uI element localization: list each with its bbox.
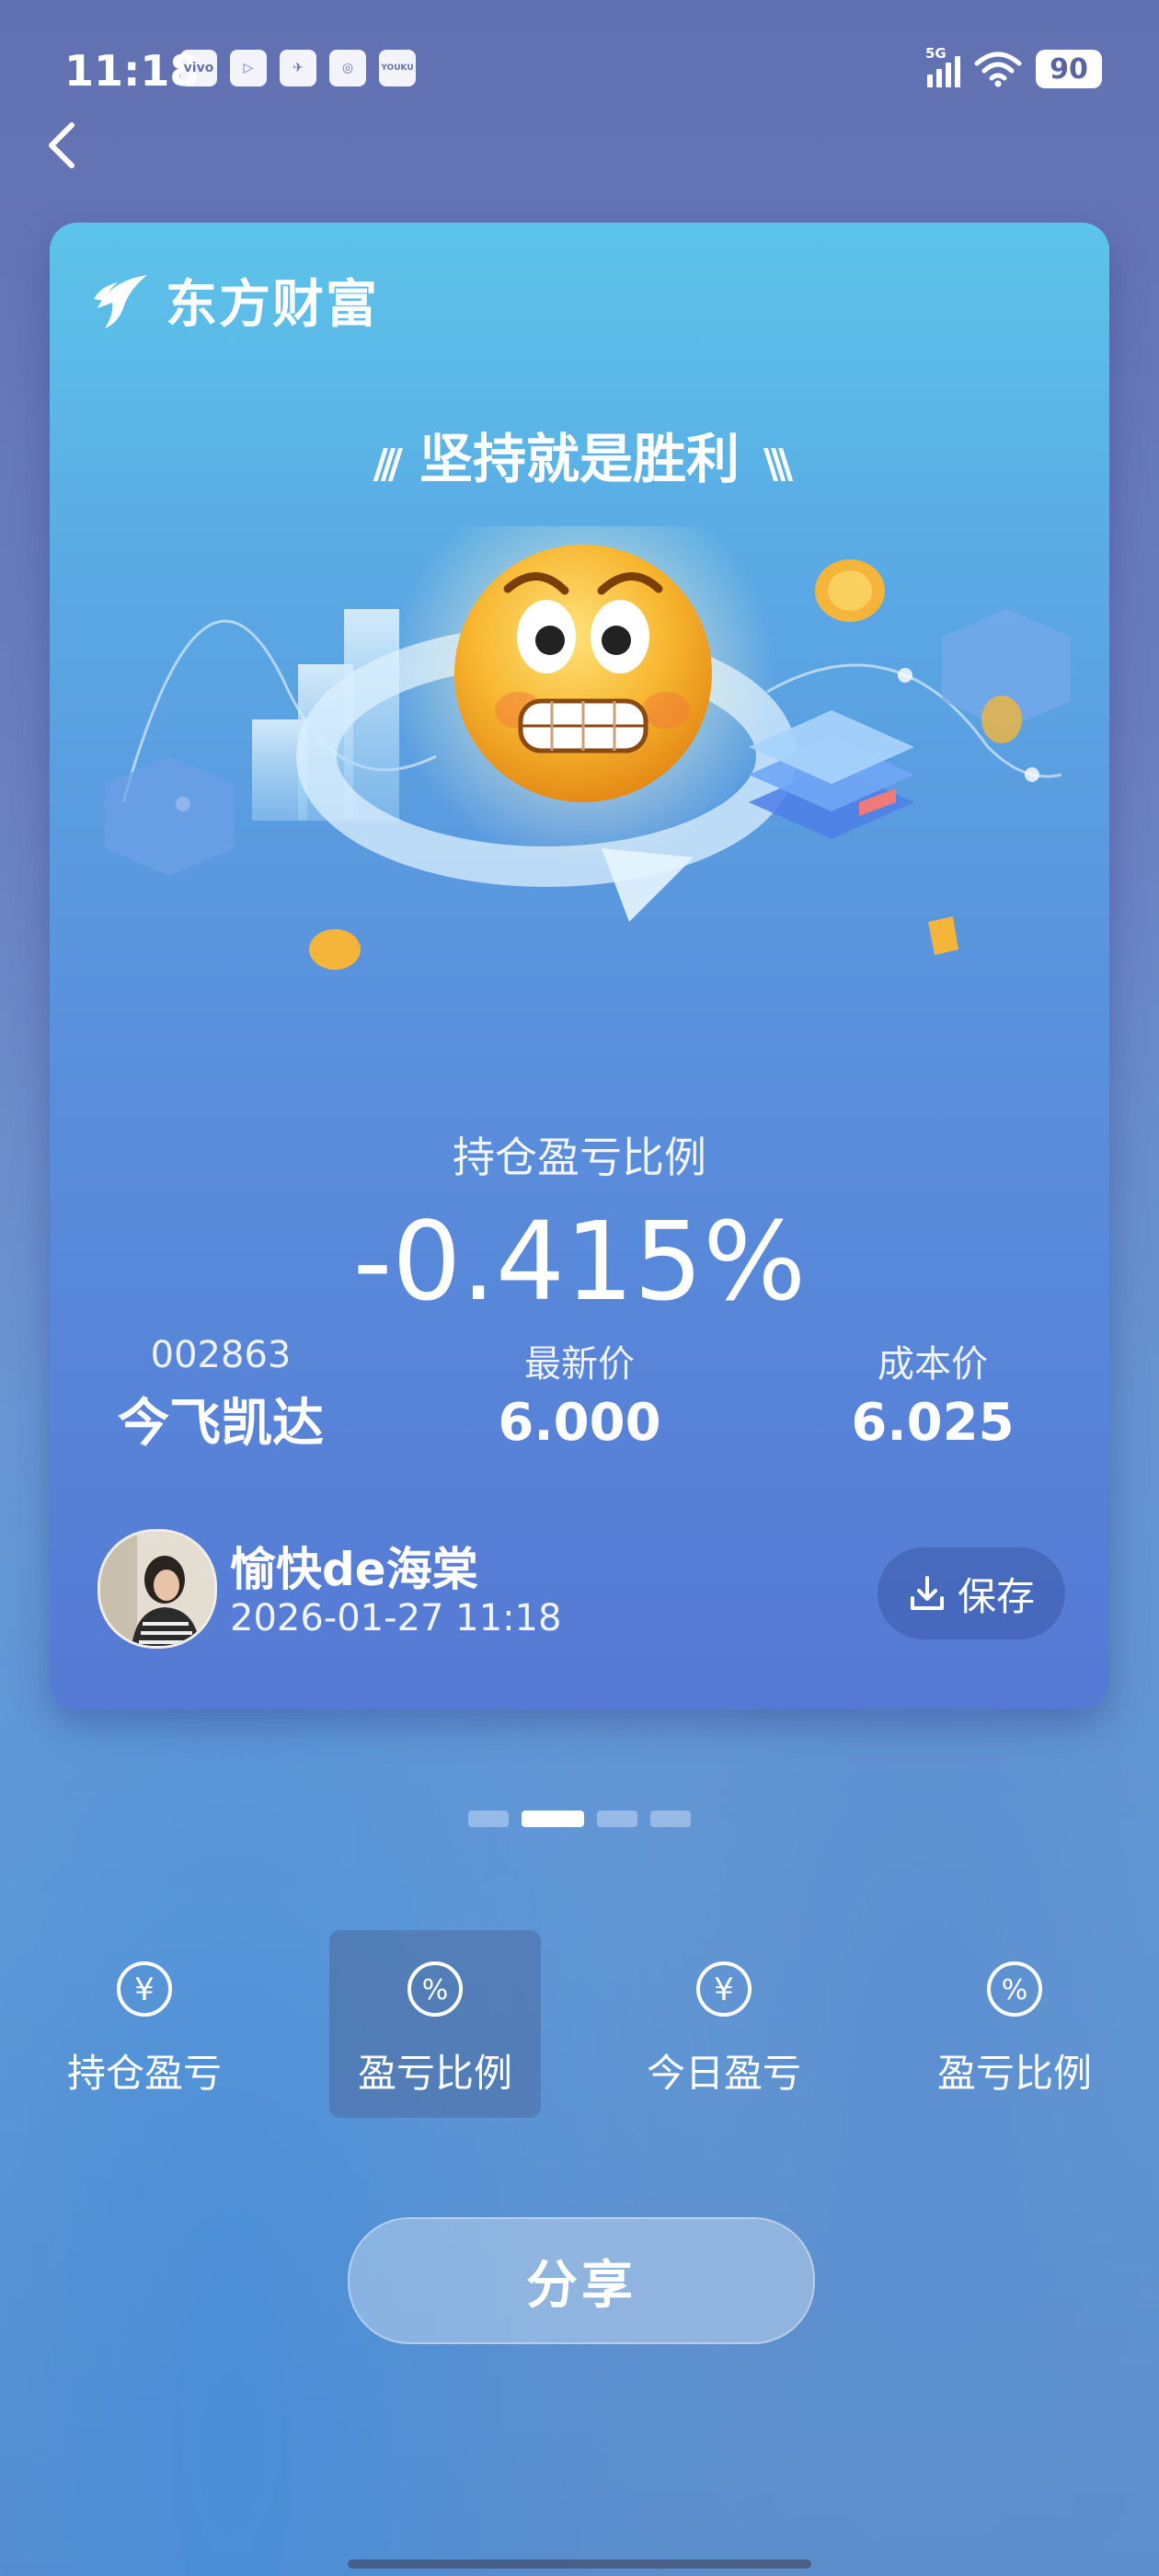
page-dot[interactable] <box>597 1811 637 1827</box>
status-bar: 11:18 vivo ▷ ✈ ◎ YOUKU 5G 90 <box>0 0 1159 138</box>
option-label: 持仓盈亏 <box>66 2051 222 2096</box>
signal-icon: 5G <box>925 45 960 87</box>
percent-icon: % <box>407 1961 463 2017</box>
svg-text:¥: ¥ <box>134 1972 155 2008</box>
vivo-icon: vivo <box>180 50 217 86</box>
yen-icon: ¥ <box>696 1961 752 2017</box>
percent-icon: % <box>987 1961 1042 2017</box>
brand-logo: 东方财富 <box>92 263 379 338</box>
option-today-pnl[interactable]: ¥ 今日盈亏 <box>618 1930 830 2118</box>
svg-text:%: % <box>422 1974 449 2007</box>
emoji-illustration <box>105 526 1071 970</box>
stock-code: 002863 <box>150 1334 292 1376</box>
save-button[interactable]: 保存 <box>878 1547 1065 1639</box>
battery-indicator: 90 <box>1036 50 1102 88</box>
page-dot[interactable] <box>650 1811 691 1827</box>
page-indicator <box>0 1811 1159 1827</box>
avatar <box>98 1529 217 1649</box>
stock-name: 今飞凯达 <box>118 1394 324 1454</box>
option-holding-pnl[interactable]: ¥ 持仓盈亏 <box>39 1930 250 2118</box>
netease-icon: ◎ <box>329 50 366 86</box>
latest-price-label: 最新价 <box>524 1343 635 1386</box>
slash-decoration-icon: /// <box>373 441 403 488</box>
latest-price-value: 6.000 <box>498 1393 661 1453</box>
option-label: 今日盈亏 <box>646 2051 801 2096</box>
clock: 11:18 <box>64 46 200 96</box>
youku-icon: YOUKU <box>379 50 416 86</box>
cost-price: 成本价 6.025 <box>767 1334 1098 1453</box>
telegram-icon: ✈ <box>280 50 316 86</box>
svg-text:%: % <box>1002 1974 1028 2007</box>
option-pnl-ratio[interactable]: % 盈亏比例 <box>329 1930 541 2118</box>
post-datetime: 2026-01-27 11:18 <box>230 1597 562 1639</box>
yen-icon: ¥ <box>117 1961 172 2017</box>
cost-price-value: 6.025 <box>851 1393 1015 1453</box>
brand-bird-icon <box>94 274 147 328</box>
share-button[interactable]: 分享 <box>348 2217 815 2344</box>
share-card: 东方财富 ///坚持就是胜利 \\\ 持仓盈亏比例 -0.415% 002863… <box>50 223 1109 1709</box>
backslash-decoration-icon: \\\ <box>763 441 793 488</box>
page-dot[interactable] <box>468 1811 509 1827</box>
notification-icons: vivo ▷ ✈ ◎ YOUKU <box>180 50 416 86</box>
home-indicator[interactable] <box>348 2559 811 2569</box>
play-icon: ▷ <box>230 50 267 86</box>
page-dot-active[interactable] <box>522 1811 584 1827</box>
user-name: 愉快de海棠 <box>230 1543 478 1596</box>
ratio-label: 持仓盈亏比例 <box>453 1133 706 1182</box>
download-icon <box>910 1576 944 1610</box>
wifi-icon <box>974 52 1022 87</box>
svg-text:¥: ¥ <box>714 1972 734 2008</box>
motto: ///坚持就是胜利 \\\ <box>373 428 794 490</box>
ratio-value: -0.415% <box>352 1198 807 1325</box>
stock-info: 002863 今飞凯达 <box>55 1334 386 1456</box>
back-icon[interactable] <box>37 118 92 173</box>
system-status: 5G 90 <box>925 45 1102 88</box>
save-label: 保存 <box>957 1573 1035 1619</box>
option-pnl-ratio-2[interactable]: % 盈亏比例 <box>909 1930 1120 2118</box>
option-label: 盈亏比例 <box>936 2051 1092 2096</box>
cost-price-label: 成本价 <box>878 1343 988 1386</box>
latest-price: 最新价 6.000 <box>414 1334 745 1453</box>
option-label: 盈亏比例 <box>357 2051 512 2096</box>
